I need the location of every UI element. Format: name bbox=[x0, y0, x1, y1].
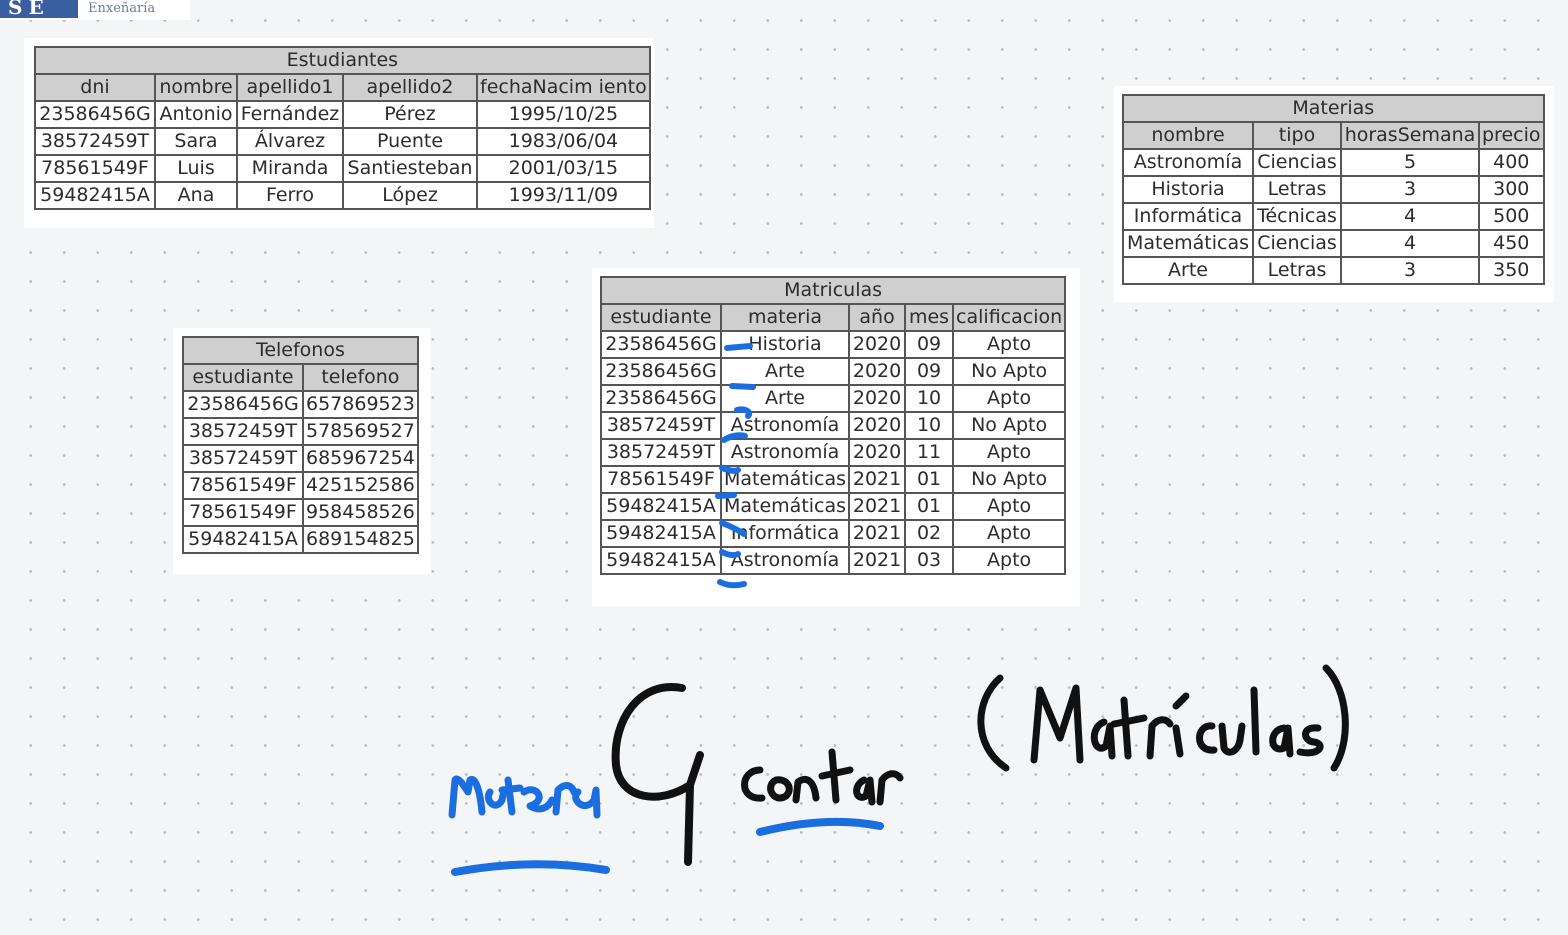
ink-word-materia bbox=[448, 775, 601, 819]
ink-underline-materia bbox=[451, 860, 610, 876]
ink-word-contar bbox=[741, 748, 904, 806]
ink-row-marks bbox=[715, 343, 756, 589]
ink-annotations bbox=[448, 343, 1349, 876]
ink-word-matriculas bbox=[977, 664, 1349, 772]
ink-gamma-symbol bbox=[611, 682, 704, 866]
ink-underline-contar bbox=[756, 817, 884, 836]
